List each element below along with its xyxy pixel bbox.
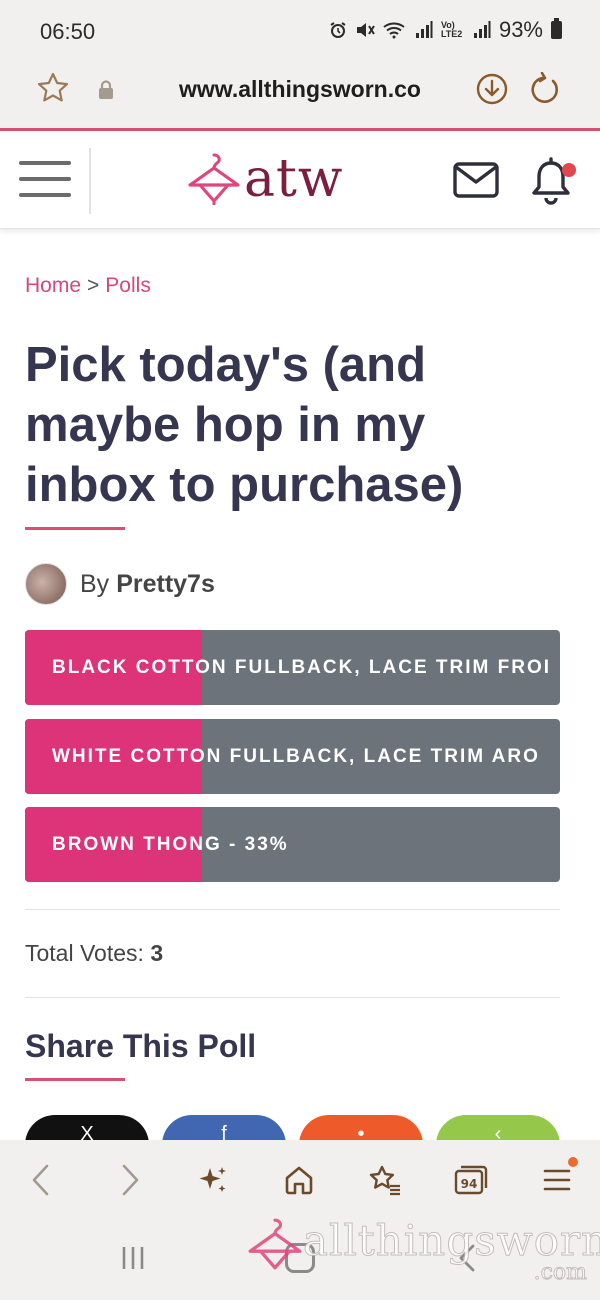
ai-assistant-button[interactable]: [193, 1160, 233, 1200]
watermark-suffix: .com: [533, 1260, 587, 1286]
tabs-button[interactable]: 94: [451, 1160, 491, 1200]
wifi-icon: [383, 22, 405, 39]
sparkle-icon: [199, 1167, 226, 1192]
share-title: Share This Poll: [25, 1028, 257, 1064]
signal-icon-2: [473, 21, 491, 38]
status-icons: Vo) LTE2 93%: [329, 17, 562, 43]
site-logo[interactable]: atw: [186, 149, 343, 209]
author-by-label: By: [80, 569, 110, 598]
breadcrumb: Home > Polls: [25, 274, 151, 298]
watermark-text: allthingsworn: [302, 1216, 600, 1266]
hanger-logo-icon: [188, 153, 240, 205]
menu-bar-icon: [19, 161, 71, 165]
recent-apps-icon[interactable]: [120, 1245, 146, 1271]
total-votes: Total Votes: 3: [25, 940, 163, 967]
status-bar: 06:50 Vo) LTE2 93%: [0, 0, 600, 62]
poll-option[interactable]: BLACK COTTON FULLBACK, LACE TRIM FROI: [25, 630, 560, 705]
poll-option-label: BROWN THONG - 33%: [52, 834, 289, 855]
breadcrumb-home-link[interactable]: Home: [25, 274, 81, 297]
menu-bar-icon: [19, 193, 71, 197]
alarm-icon: [330, 22, 346, 38]
hamburger-menu-button[interactable]: [19, 161, 71, 201]
author-line: By Pretty7s: [25, 563, 215, 605]
title-underline: [25, 527, 125, 530]
watermark: allthingsworn .com: [245, 1212, 600, 1292]
tabs-icon: 94: [454, 1165, 488, 1195]
menu-icon: [543, 1169, 571, 1191]
site-header: atw: [0, 131, 600, 229]
avatar[interactable]: [25, 563, 67, 605]
browser-home-button[interactable]: [279, 1160, 319, 1200]
chevron-right-icon: [122, 1164, 139, 1196]
menu-bar-icon: [19, 177, 71, 181]
browser-address-bar: www.allthingsworn.co: [0, 62, 600, 129]
mail-icon[interactable]: [452, 161, 500, 199]
mute-icon: [356, 23, 375, 37]
battery-percent: 93%: [498, 17, 543, 42]
total-votes-label: Total Votes:: [25, 940, 144, 966]
poll-option-label: WHITE COTTON FULLBACK, LACE TRIM ARO: [52, 746, 540, 767]
author-name-link[interactable]: Pretty7s: [116, 570, 215, 599]
divider: [25, 997, 560, 998]
signal-icon: [415, 21, 433, 38]
battery-icon: [551, 18, 562, 39]
page-title: Pick today's (and maybe hop in my inbox …: [25, 338, 464, 512]
home-icon: [285, 1166, 313, 1195]
bookmarks-star-icon: [369, 1165, 400, 1196]
download-icon[interactable]: [475, 72, 509, 106]
divider: [25, 909, 560, 910]
tabs-count: 94: [461, 1177, 478, 1191]
browser-menu-button[interactable]: [537, 1157, 578, 1200]
url-field[interactable]: www.allthingsworn.co: [0, 76, 600, 103]
header-divider: [89, 148, 91, 214]
poll-option-label: BLACK COTTON FULLBACK, LACE TRIM FROI: [52, 657, 551, 678]
status-time: 06:50: [40, 19, 96, 44]
browser-forward-button[interactable]: [110, 1160, 150, 1200]
notifications-button[interactable]: [530, 157, 576, 207]
menu-notification-dot: [568, 1157, 578, 1167]
bookmarks-button[interactable]: [365, 1160, 405, 1200]
total-votes-value: 3: [150, 940, 164, 966]
notification-dot: [562, 163, 576, 177]
breadcrumb-separator: >: [87, 274, 100, 297]
chevron-left-icon: [32, 1164, 49, 1196]
breadcrumb-polls-link[interactable]: Polls: [105, 274, 151, 297]
poll-option[interactable]: BROWN THONG - 33%: [25, 807, 560, 882]
logo-text: atw: [244, 149, 344, 209]
watermark-hanger-icon: [248, 1218, 302, 1270]
browser-back-button[interactable]: [21, 1160, 61, 1200]
poll-option[interactable]: WHITE COTTON FULLBACK, LACE TRIM ARO: [25, 719, 560, 794]
lte-badge: Vo) LTE2: [440, 20, 463, 39]
reload-icon[interactable]: [528, 72, 562, 106]
share-underline: [25, 1078, 125, 1081]
